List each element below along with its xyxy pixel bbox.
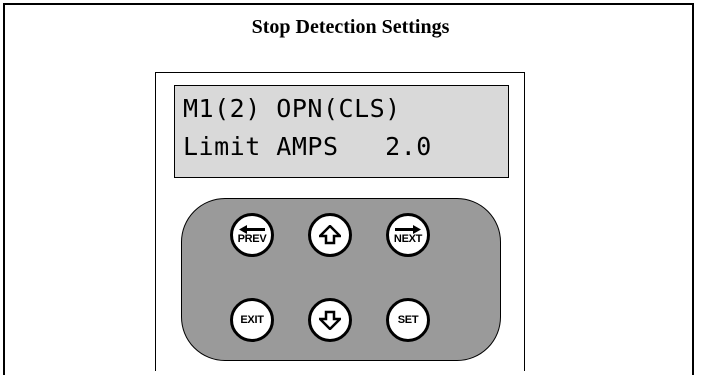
down-button[interactable] [308,298,352,342]
prev-label: PREV [237,233,267,245]
lcd-line-1: M1(2) OPN(CLS) [183,94,401,123]
next-label: NEXT [393,233,423,245]
exit-label: EXIT [240,313,264,326]
arrow-down-icon [319,310,341,330]
exit-button[interactable]: EXIT [230,298,274,342]
up-button[interactable] [308,213,352,257]
set-button[interactable]: SET [386,298,430,342]
prev-button[interactable]: PREV [230,213,274,257]
lcd-display: M1(2) OPN(CLS) Limit AMPS 2.0 [174,85,509,178]
next-button[interactable]: NEXT [386,213,430,257]
set-label: SET [397,313,419,326]
arrow-up-icon [319,225,341,245]
lcd-line-2: Limit AMPS 2.0 [183,132,432,161]
page-title: Stop Detection Settings [251,16,450,38]
